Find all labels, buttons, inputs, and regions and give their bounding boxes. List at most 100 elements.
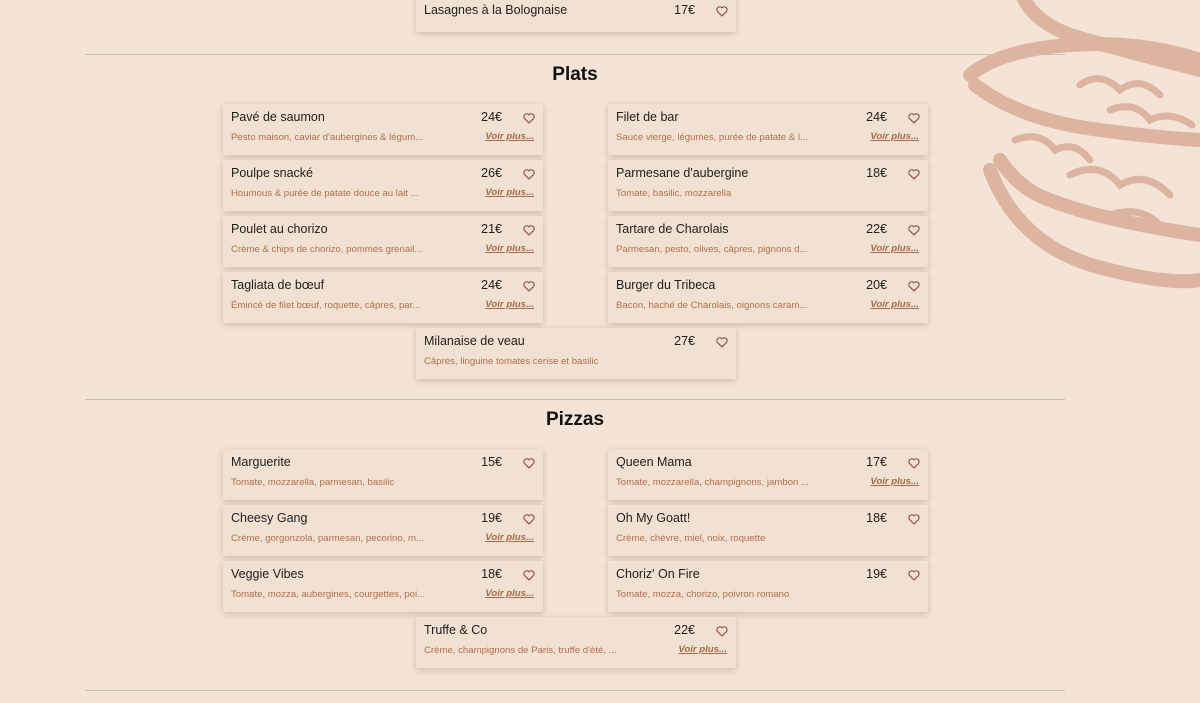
heart-outline-icon[interactable]	[907, 512, 921, 526]
heart-outline-icon[interactable]	[715, 4, 729, 18]
dish-price: 19€	[481, 511, 502, 525]
dish-price: 26€	[481, 166, 502, 180]
dish-name: Oh My Goatt!	[616, 511, 691, 525]
heart-outline-icon[interactable]	[522, 512, 536, 526]
dish-description: Crème, chèvre, miel, noix, roquette	[616, 533, 766, 544]
dish-price: 19€	[866, 567, 887, 581]
see-more-link[interactable]: Voir plus...	[485, 243, 534, 254]
see-more-link[interactable]: Voir plus...	[870, 299, 919, 310]
dish-name: Truffe & Co	[424, 623, 488, 637]
dish-name: Lasagnes à la Bolognaise	[424, 3, 568, 17]
dish-name: Marguerite	[231, 455, 291, 469]
dish-card[interactable]: Oh My Goatt! 18€ Crème, chèvre, miel, no…	[608, 505, 928, 556]
dish-card[interactable]: Marguerite 15€ Tomate, mozzarella, parme…	[223, 449, 543, 500]
see-more-link[interactable]: Voir plus...	[485, 532, 534, 543]
burger-illustration	[963, 0, 1200, 289]
heart-outline-icon[interactable]	[907, 167, 921, 181]
dish-price: 17€	[674, 3, 695, 17]
dish-description: Émincé de filet bœuf, roquette, câpres, …	[231, 300, 421, 311]
dish-description: Bacon, haché de Charolais, oignons caram…	[616, 300, 808, 311]
dish-description: Parmesan, pesto, olives, câpres, pignons…	[616, 244, 808, 255]
section-title-plats: Plats	[552, 64, 598, 85]
dish-price: 18€	[866, 511, 887, 525]
dish-price: 22€	[674, 623, 695, 637]
dish-price: 15€	[481, 455, 502, 469]
dish-name: Pavé de saumon	[231, 110, 325, 124]
dish-description: Crème, gorgonzola, parmesan, pecorino, m…	[231, 533, 425, 544]
dish-card[interactable]: Veggie Vibes 18€ Tomate, mozza, aubergin…	[223, 561, 543, 612]
dish-card[interactable]: Tagliata de bœuf 24€ Émincé de filet bœu…	[223, 272, 543, 323]
dish-name: Parmesane d'aubergine	[616, 166, 749, 180]
dish-card[interactable]: Lasagnes à la Bolognaise 17€	[416, 0, 736, 32]
dish-card[interactable]: Burger du Tribeca 20€ Bacon, haché de Ch…	[608, 272, 928, 323]
dish-description: Tomate, basilic, mozzarella	[616, 188, 732, 199]
dish-price: 24€	[481, 110, 502, 124]
dish-price: 20€	[866, 278, 887, 292]
dish-description: Crème & chips de chorizo, pommes grenail…	[231, 244, 423, 255]
see-more-link[interactable]: Voir plus...	[870, 131, 919, 142]
dish-price: 24€	[481, 278, 502, 292]
heart-outline-icon[interactable]	[715, 624, 729, 638]
section-divider	[85, 54, 1065, 55]
dish-name: Veggie Vibes	[231, 567, 304, 581]
dish-price: 17€	[866, 455, 887, 469]
dish-card[interactable]: Tartare de Charolais 22€ Parmesan, pesto…	[608, 216, 928, 267]
dish-description: Tomate, mozza, chorizo, poivron romano	[616, 589, 790, 600]
heart-outline-icon[interactable]	[907, 111, 921, 125]
dish-description: Tomate, mozza, aubergines, courgettes, p…	[231, 589, 426, 600]
dish-name: Poulpe snacké	[231, 166, 314, 180]
dish-description: Houmous & purée de patate douce au lait …	[231, 188, 419, 199]
dish-name: Tartare de Charolais	[616, 222, 729, 236]
heart-outline-icon[interactable]	[522, 223, 536, 237]
dish-card[interactable]: Cheesy Gang 19€ Crème, gorgonzola, parme…	[223, 505, 543, 556]
dish-name: Choriz' On Fire	[616, 567, 700, 581]
dish-description: Câpres, linguine tomates cerise et basil…	[424, 356, 599, 367]
dish-card[interactable]: Choriz' On Fire 19€ Tomate, mozza, chori…	[608, 561, 928, 612]
dish-name: Queen Mama	[616, 455, 692, 469]
heart-outline-icon[interactable]	[522, 568, 536, 582]
dish-card[interactable]: Milanaise de veau 27€ Câpres, linguine t…	[416, 328, 736, 379]
dish-name: Burger du Tribeca	[616, 278, 716, 292]
heart-outline-icon[interactable]	[907, 279, 921, 293]
dish-card[interactable]: Poulet au chorizo 21€ Crème & chips de c…	[223, 216, 543, 267]
dish-name: Filet de bar	[616, 110, 679, 124]
see-more-link[interactable]: Voir plus...	[678, 644, 727, 655]
heart-outline-icon[interactable]	[522, 456, 536, 470]
dish-card[interactable]: Filet de bar 24€ Sauce vierge, légumes, …	[608, 104, 928, 155]
dish-price: 18€	[866, 166, 887, 180]
see-more-link[interactable]: Voir plus...	[870, 243, 919, 254]
see-more-link[interactable]: Voir plus...	[485, 131, 534, 142]
section-divider	[85, 399, 1065, 400]
dish-price: 22€	[866, 222, 887, 236]
dish-card[interactable]: Poulpe snacké 26€ Houmous & purée de pat…	[223, 160, 543, 211]
dish-card[interactable]: Queen Mama 17€ Tomate, mozzarella, champ…	[608, 449, 928, 500]
dish-name: Milanaise de veau	[424, 334, 525, 348]
dish-description: Sauce vierge, légumes, purée de patate &…	[616, 132, 808, 143]
see-more-link[interactable]: Voir plus...	[485, 588, 534, 599]
dish-name: Cheesy Gang	[231, 511, 308, 525]
section-title-pizzas: Pizzas	[545, 409, 605, 430]
see-more-link[interactable]: Voir plus...	[485, 187, 534, 198]
dish-description: Tomate, mozzarella, champignons, jambon …	[616, 477, 810, 488]
dish-card[interactable]: Pavé de saumon 24€ Pesto maison, caviar …	[223, 104, 543, 155]
dish-card[interactable]: Truffe & Co 22€ Crème, champignons de Pa…	[416, 617, 736, 668]
dish-card[interactable]: Parmesane d'aubergine 18€ Tomate, basili…	[608, 160, 928, 211]
section-divider	[85, 690, 1065, 691]
heart-outline-icon[interactable]	[715, 335, 729, 349]
dish-price: 27€	[674, 334, 695, 348]
dish-name: Tagliata de bœuf	[231, 278, 325, 292]
heart-outline-icon[interactable]	[522, 167, 536, 181]
dish-description: Pesto maison, caviar d'aubergines & légu…	[231, 132, 424, 143]
dish-description: Crème, champignons de Paris, truffe d'ét…	[424, 645, 617, 656]
dish-description: Tomate, mozzarella, parmesan, basilic	[231, 477, 395, 488]
heart-outline-icon[interactable]	[907, 456, 921, 470]
see-more-link[interactable]: Voir plus...	[870, 476, 919, 487]
see-more-link[interactable]: Voir plus...	[485, 299, 534, 310]
dish-name: Poulet au chorizo	[231, 222, 328, 236]
heart-outline-icon[interactable]	[522, 111, 536, 125]
dish-price: 24€	[866, 110, 887, 124]
heart-outline-icon[interactable]	[907, 223, 921, 237]
heart-outline-icon[interactable]	[907, 568, 921, 582]
heart-outline-icon[interactable]	[522, 279, 536, 293]
dish-price: 18€	[481, 567, 502, 581]
